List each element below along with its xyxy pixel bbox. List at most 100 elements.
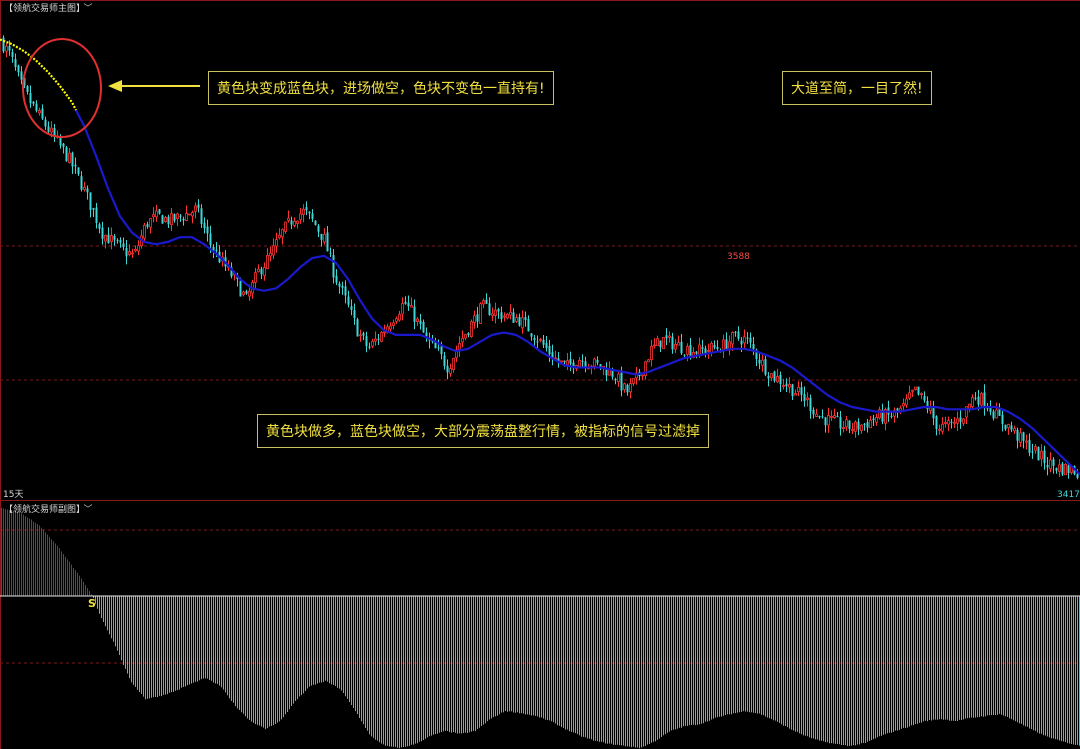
candle (173, 213, 176, 223)
candle (74, 157, 77, 174)
candle (467, 332, 470, 338)
candle (299, 208, 302, 224)
candle (569, 351, 572, 372)
candle (311, 209, 314, 223)
candle (377, 333, 380, 345)
candle (1016, 427, 1019, 449)
candle (491, 307, 494, 322)
candle (707, 343, 710, 359)
candle (1058, 459, 1061, 478)
candle (1025, 434, 1028, 450)
candle (32, 101, 35, 107)
candle (26, 84, 29, 95)
candle (710, 341, 713, 357)
candle (92, 207, 95, 218)
candle (293, 217, 296, 228)
candle (11, 48, 14, 63)
candle (515, 314, 518, 324)
main-panel-title[interactable]: 【领航交易师主图】 ﹀ (4, 1, 93, 14)
low-price-label: 3417 (1057, 490, 1080, 500)
candle (725, 332, 728, 351)
candle (503, 312, 506, 322)
candle (317, 224, 320, 238)
candle (728, 335, 731, 356)
candle (899, 405, 902, 415)
candle (677, 335, 680, 346)
candle (500, 306, 503, 323)
candle (263, 262, 266, 281)
candle (404, 296, 407, 305)
period-label: 15天 (3, 490, 24, 500)
candle (77, 167, 80, 176)
candle (509, 304, 512, 320)
candle (464, 334, 467, 341)
sub-panel-title[interactable]: 【领航交易师副图】 ﹀ (4, 502, 93, 515)
signal-ellipse (22, 38, 102, 138)
candle (914, 386, 917, 391)
candle (284, 221, 287, 234)
candle (296, 220, 299, 229)
candle (905, 394, 908, 408)
candle (524, 311, 527, 327)
candle (983, 384, 986, 416)
candle (992, 409, 995, 421)
candle (890, 411, 893, 419)
candle (518, 313, 521, 327)
high-price-label: 3588 (727, 252, 750, 262)
candle (845, 415, 848, 431)
candle (452, 357, 455, 373)
candle (359, 329, 362, 342)
candle (278, 228, 281, 240)
candle (203, 217, 206, 234)
candle (302, 204, 305, 223)
chevron-down-icon[interactable]: ﹀ (84, 4, 93, 14)
candle (437, 339, 440, 351)
filter-note-box: 黄色块做多，蓝色块做空，大部分震荡盘整行情，被指标的信号过滤掉 (257, 414, 709, 448)
candle (116, 238, 119, 244)
candle (71, 151, 74, 174)
candle (851, 423, 854, 434)
candle (665, 328, 668, 346)
chevron-down-icon[interactable]: ﹀ (84, 505, 93, 515)
candle (494, 302, 497, 324)
candle (122, 237, 125, 251)
candle (29, 85, 32, 108)
candle (764, 355, 767, 377)
candle (20, 66, 23, 85)
candle (413, 299, 416, 330)
candle (947, 416, 950, 432)
candle (164, 215, 167, 223)
candle (1040, 444, 1043, 467)
candle (656, 335, 659, 346)
candle (776, 368, 779, 384)
candle (356, 317, 359, 337)
candle (332, 248, 335, 284)
candle (194, 202, 197, 219)
candle (794, 389, 797, 396)
arrow-icon (108, 80, 200, 92)
candle (182, 216, 185, 226)
candle (827, 407, 830, 433)
candle (803, 386, 806, 407)
candle (959, 409, 962, 429)
candle (320, 233, 323, 247)
candle (392, 319, 395, 330)
candle (419, 313, 422, 330)
candle (341, 281, 344, 295)
candle (395, 316, 398, 324)
candle (107, 227, 110, 244)
candle (590, 364, 593, 375)
candle (833, 408, 836, 419)
candle (401, 297, 404, 321)
candle (953, 416, 956, 429)
candle (848, 420, 851, 434)
candle (86, 185, 89, 200)
candle (260, 266, 263, 280)
candle (512, 308, 515, 323)
candle (188, 213, 191, 216)
candle (1007, 423, 1010, 435)
candle (530, 332, 533, 341)
candle (47, 121, 50, 134)
candle (83, 181, 86, 192)
candle (758, 352, 761, 370)
